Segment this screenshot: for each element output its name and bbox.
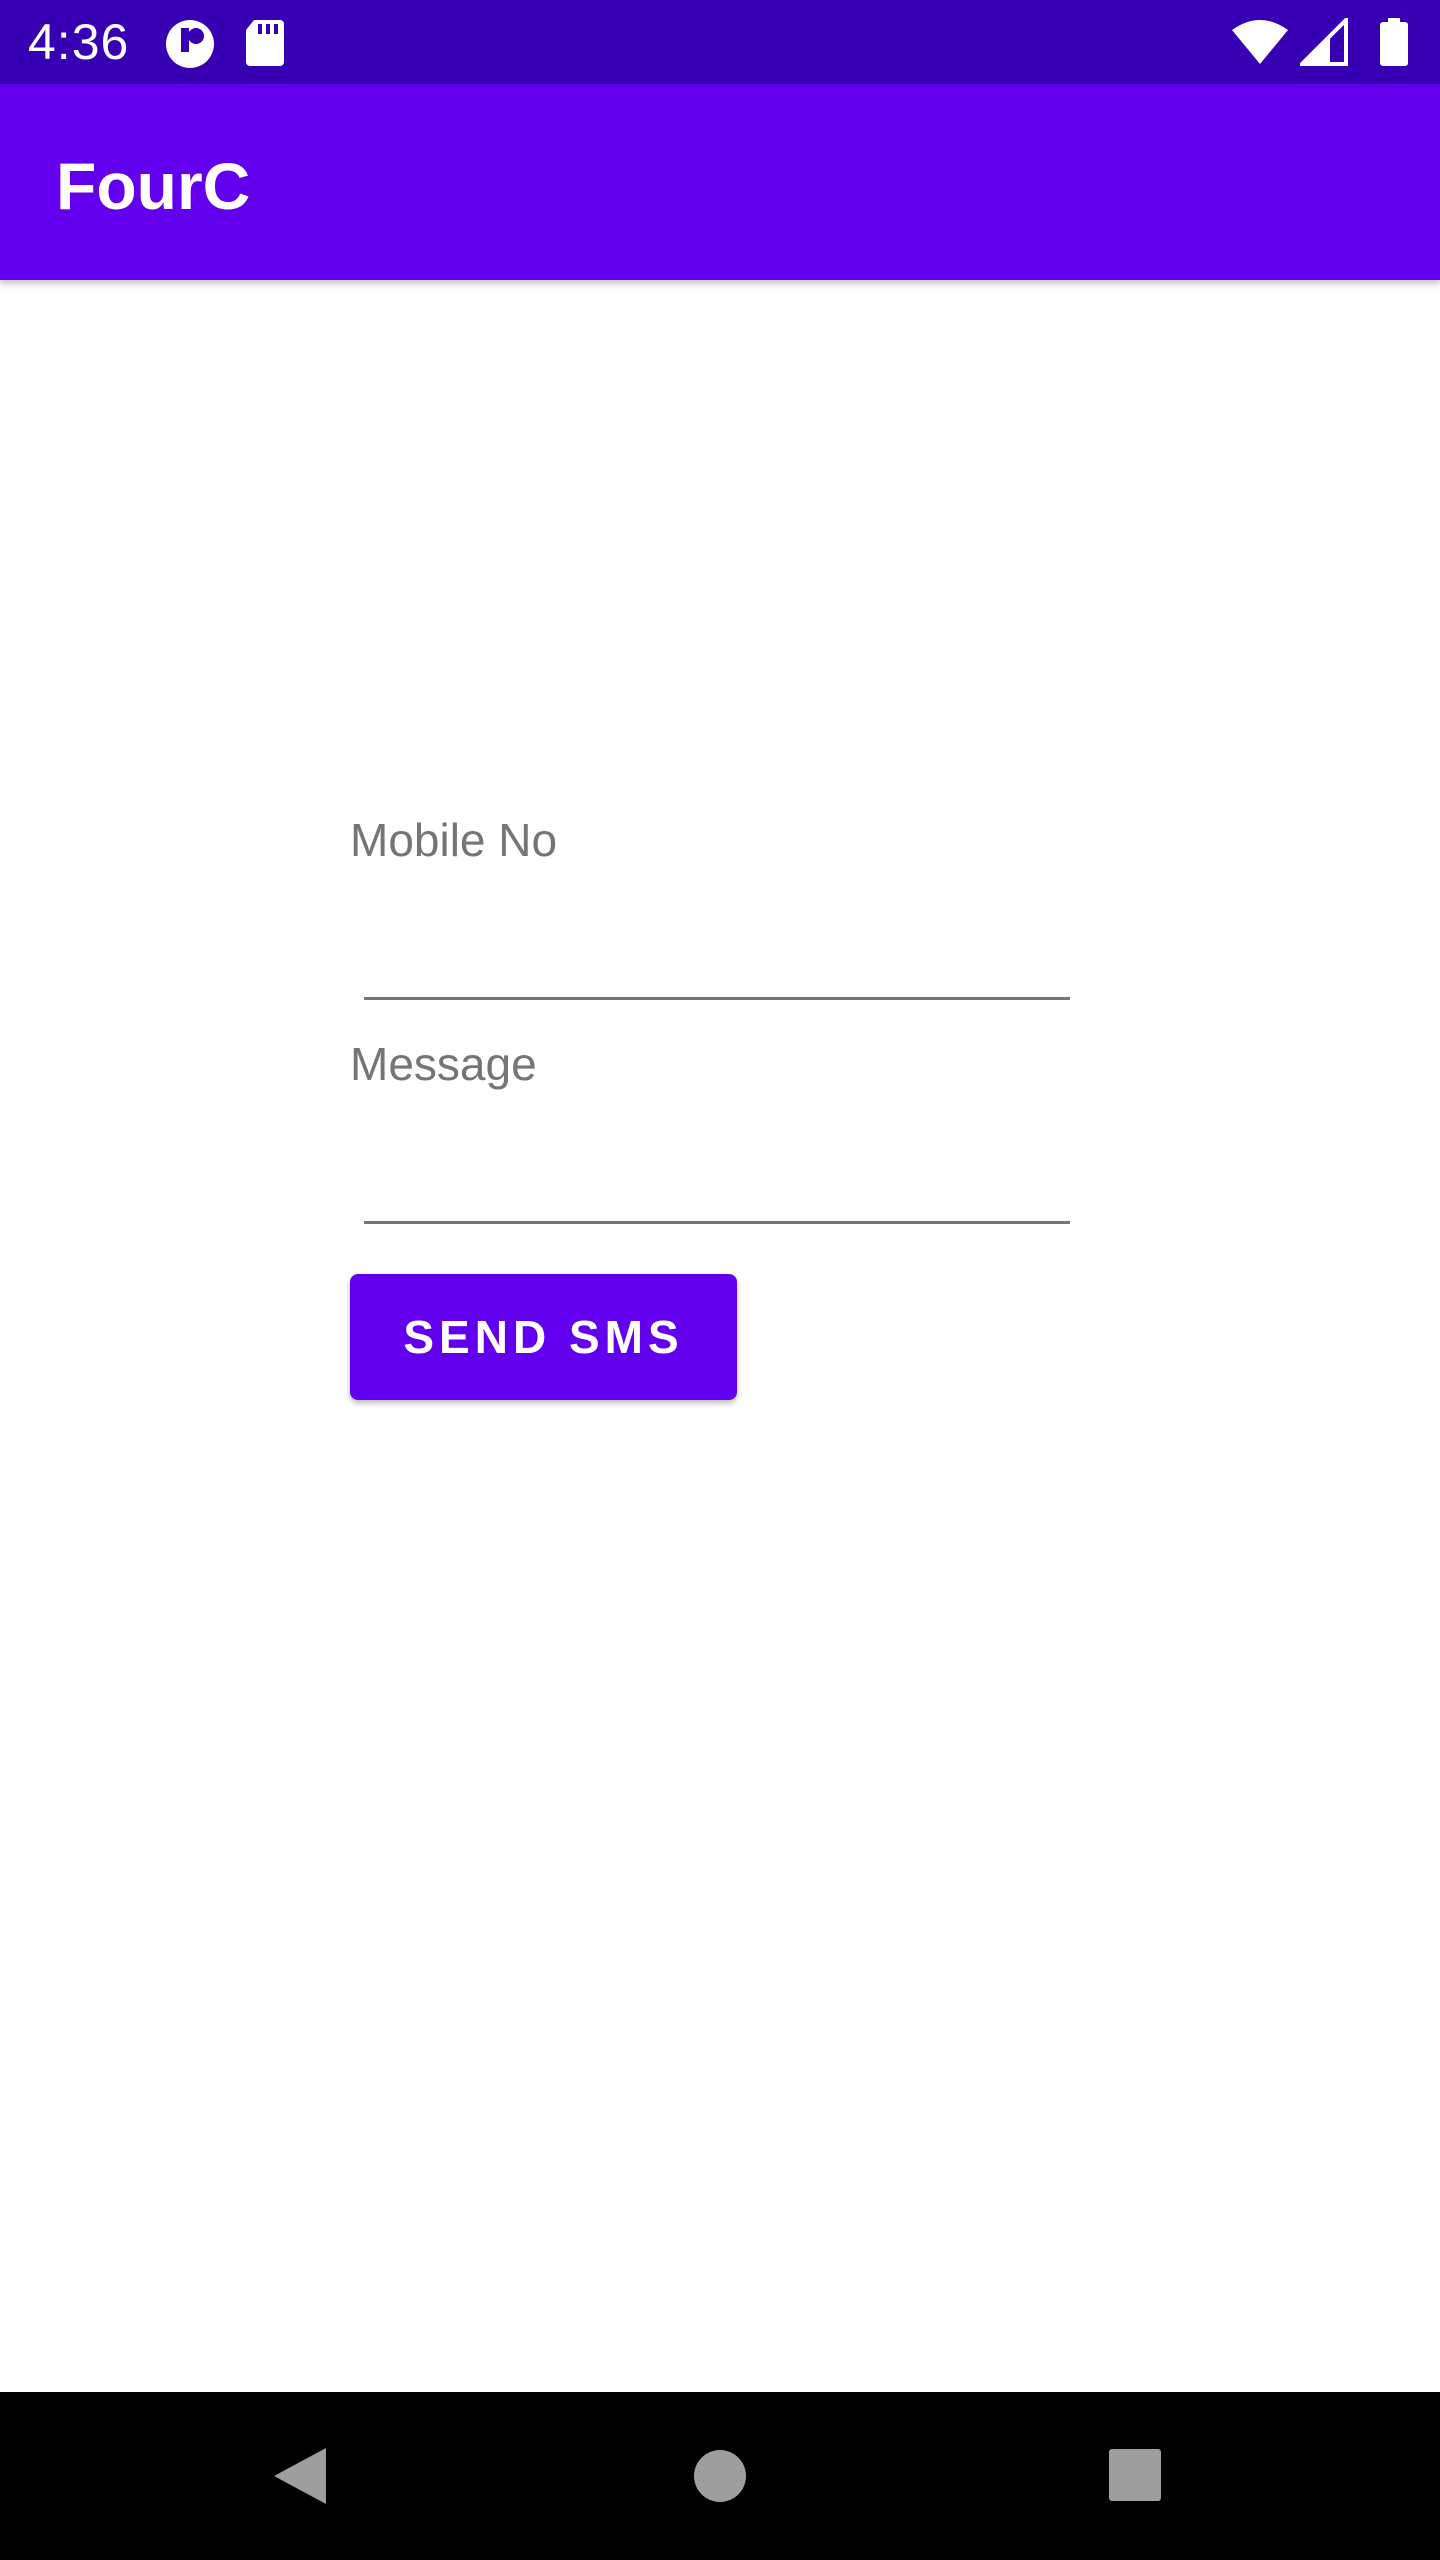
recents-button[interactable] [1050, 2392, 1218, 2560]
battery-icon [1380, 18, 1408, 66]
send-sms-button[interactable]: SEND SMS [350, 1274, 737, 1400]
status-system-icons [1232, 18, 1412, 66]
mobile-field: Mobile No [350, 790, 1070, 1010]
back-icon [274, 2448, 326, 2504]
navigation-bar [0, 2392, 1440, 2560]
mobile-input[interactable] [364, 900, 1070, 1000]
sd-card-icon [246, 20, 284, 66]
app-bar: FourC [0, 84, 1440, 280]
status-time: 4:36 [28, 14, 130, 70]
back-button[interactable] [216, 2392, 384, 2560]
recents-icon [1109, 2449, 1161, 2501]
message-input[interactable] [364, 1124, 1070, 1224]
message-field: Message [350, 1014, 1070, 1234]
cellular-signal-icon [1300, 18, 1348, 66]
message-label: Message [350, 1038, 537, 1090]
wifi-icon [1232, 20, 1288, 64]
app-notification-icon [166, 20, 214, 68]
mobile-label: Mobile No [350, 814, 558, 866]
home-icon [694, 2450, 746, 2502]
home-button[interactable] [636, 2392, 804, 2560]
status-bar: 4:36 [0, 0, 1440, 84]
app-title: FourC [56, 149, 251, 223]
